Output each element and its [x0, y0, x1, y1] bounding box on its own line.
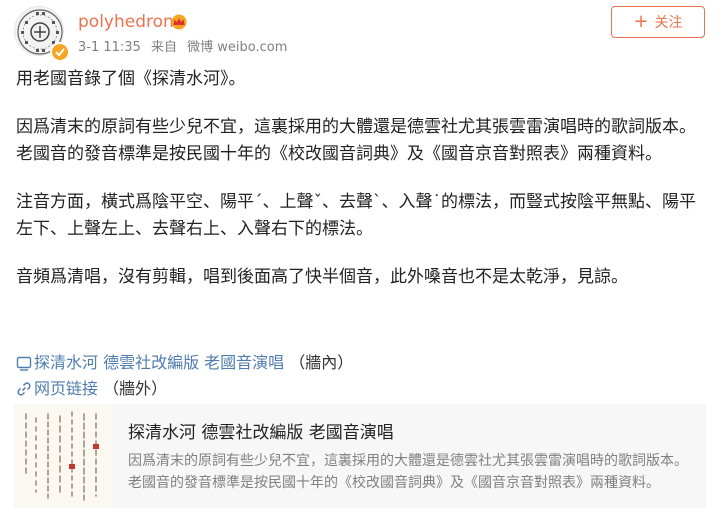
video-link-row: 探清水河 德雲社改編版 老國音演唱 （牆內）	[16, 350, 353, 376]
web-link-note: （牆外）	[103, 379, 168, 398]
source-link[interactable]: 微博 weibo.com	[187, 40, 287, 55]
plus-icon: +	[633, 11, 649, 32]
card-thumbnail	[14, 404, 112, 508]
follow-label: 关注	[654, 15, 683, 31]
video-link[interactable]: 探清水河 德雲社改編版 老國音演唱	[34, 353, 284, 372]
post-paragraph: 注音方面，橫式爲陰平空、陽平ˊ、上聲ˇ、去聲ˋ、入聲˙的標法，而豎式按陰平無點、…	[16, 191, 696, 240]
card-title: 探清水河 德雲社改編版 老國音演唱	[128, 423, 394, 443]
video-link-icon	[16, 356, 32, 371]
post-time[interactable]: 3-1 11:35	[78, 40, 141, 55]
post-meta: 3-1 11:35 来自 微博 weibo.com	[78, 38, 293, 58]
web-link-row: 网页链接 （牆外）	[16, 376, 353, 402]
web-link[interactable]: 网页链接	[34, 379, 98, 398]
link-preview-card[interactable]: 探清水河 德雲社改編版 老國音演唱 因爲清末的原詞有些少兒不宜，這裏採用的大體還…	[14, 404, 706, 508]
chain-link-icon	[17, 382, 31, 396]
username[interactable]: polyhedron	[78, 10, 174, 34]
post-paragraph: 音頻爲清唱，沒有剪輯，唱到後面高了快半個音，此外嗓音也不是太乾淨，見諒。	[16, 266, 628, 287]
post-text: 用老國音錄了個《探清水河》。 因爲清末的原詞有些少兒不宜，這裏採用的大體還是德雲…	[16, 66, 710, 311]
source-prefix: 来自	[150, 40, 177, 55]
post-paragraph: 因爲清末的原詞有些少兒不宜，這裏採用的大體還是德雲社尤其張雲雷演唱時的歌詞版本。…	[16, 116, 696, 165]
crown-icon[interactable]	[169, 14, 189, 30]
verified-badge-icon	[50, 42, 70, 62]
weibo-post: polyhedron 3-1 11:35 来自 微博 weibo.com + 关…	[0, 0, 720, 524]
video-link-note: （牆內）	[289, 353, 354, 372]
follow-button[interactable]: + 关注	[611, 6, 705, 38]
post-links: 探清水河 德雲社改編版 老國音演唱 （牆內） 网页链接 （牆外）	[16, 350, 353, 402]
post-paragraph: 用老國音錄了個《探清水河》。	[16, 69, 246, 89]
card-description: 因爲清末的原詞有些少兒不宜，這裏採用的大體還是德雲社尤其張雲雷演唱時的歌詞版本。…	[128, 453, 688, 491]
